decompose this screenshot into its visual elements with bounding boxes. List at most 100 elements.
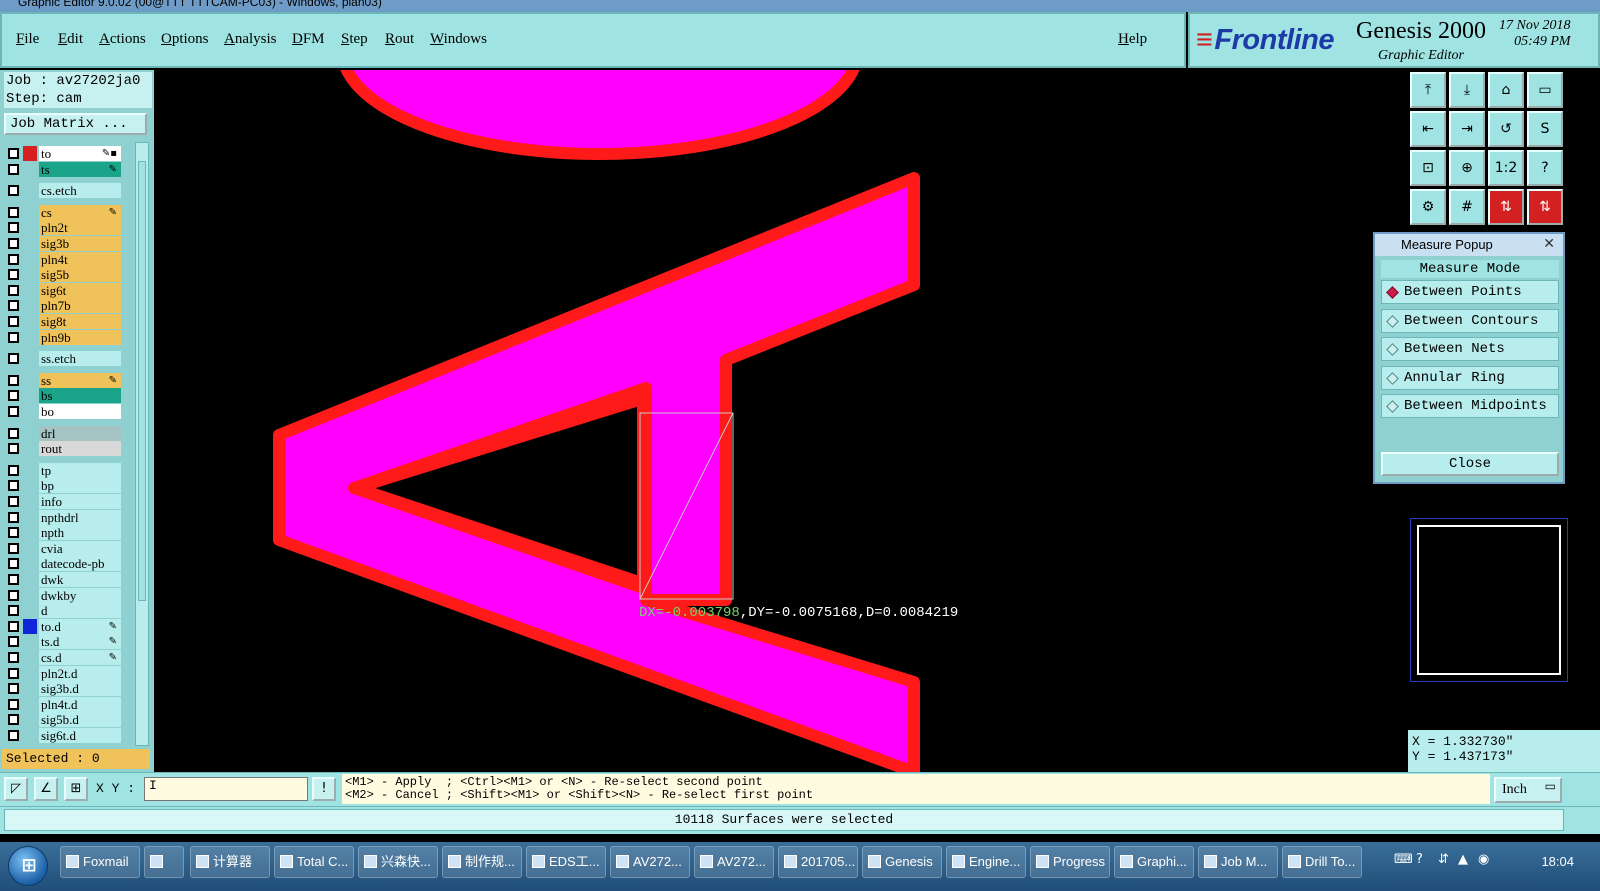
layer-name[interactable]: npth	[39, 525, 121, 541]
grid-snap-icon[interactable]: ⊞	[64, 777, 88, 801]
menu-options[interactable]: Options	[161, 31, 209, 48]
volume-icon[interactable]: ◉	[1478, 852, 1489, 867]
layer-row[interactable]: ts.d ✎	[4, 634, 122, 650]
clock[interactable]: 18:04	[1541, 854, 1574, 869]
window-icon[interactable]: ▭	[1527, 72, 1563, 108]
redraw-icon[interactable]: S	[1527, 111, 1563, 147]
layer-name[interactable]: sig5b	[39, 267, 121, 283]
layer-row[interactable]: datecode-pb	[4, 556, 122, 572]
layer-name[interactable]: cs.d ✎	[39, 650, 121, 665]
layer-row[interactable]: cs.etch	[4, 183, 122, 199]
layer-row[interactable]: npthdrl	[4, 509, 122, 525]
layer-row[interactable]: sig3b.d	[4, 681, 122, 697]
taskbar-item[interactable]: Total C...	[274, 846, 354, 878]
measure-mode-option[interactable]: Between Midpoints	[1381, 394, 1559, 418]
layer-name[interactable]: ts ✎	[39, 161, 121, 177]
layer-row[interactable]: info	[4, 494, 122, 509]
popup-titlebar[interactable]: Measure Popup ✕	[1375, 234, 1563, 256]
layer-name[interactable]: sig5b.d	[39, 712, 121, 728]
layer-name[interactable]: pln7b	[39, 298, 121, 314]
start-button[interactable]: ⊞	[8, 846, 48, 886]
layer-name[interactable]: bp	[39, 478, 121, 494]
layer-checkbox[interactable]	[8, 253, 19, 265]
menu-edit[interactable]: Edit	[58, 31, 83, 48]
layer-name[interactable]: pln4t	[39, 251, 121, 267]
pan-left-icon[interactable]: ⇤	[1410, 111, 1446, 147]
layer-name[interactable]: drl	[39, 425, 121, 441]
menu-step[interactable]: Step	[341, 31, 368, 48]
layer-name[interactable]: d	[39, 603, 121, 619]
layer-checkbox[interactable]	[8, 496, 19, 507]
menu-actions[interactable]: Actions	[99, 31, 146, 48]
taskbar-item[interactable]: 制作规...	[442, 846, 522, 878]
layer-row[interactable]: cs.d ✎	[4, 650, 122, 665]
layer-checkbox[interactable]	[8, 464, 19, 476]
layer-checkbox[interactable]	[8, 331, 19, 343]
layer-checkbox[interactable]	[8, 300, 19, 312]
layer-row[interactable]: pln2t	[4, 220, 122, 236]
layer-checkbox[interactable]	[8, 390, 19, 402]
taskbar-item[interactable]: 201705...	[778, 846, 858, 878]
layer-checkbox[interactable]	[8, 558, 19, 570]
layer-row[interactable]: sig3b	[4, 236, 122, 251]
layer-checkbox[interactable]	[8, 620, 19, 632]
menu-help[interactable]: Help	[1118, 31, 1147, 48]
layer-row[interactable]: npth	[4, 525, 122, 541]
menu-rout[interactable]: Rout	[385, 31, 414, 48]
layer-row[interactable]: cvia	[4, 540, 122, 556]
layer-name[interactable]: to.d ✎	[39, 618, 121, 634]
layer-row[interactable]: sig6t	[4, 282, 122, 298]
layer-checkbox[interactable]	[8, 542, 19, 554]
layer-checkbox[interactable]	[8, 652, 19, 663]
layer-row[interactable]: sig5b	[4, 267, 122, 283]
layer-row[interactable]: to ✎▪	[4, 146, 122, 161]
layer-name[interactable]: info	[39, 494, 121, 509]
layer-row[interactable]: rout	[4, 441, 122, 457]
layer-row[interactable]: bs	[4, 388, 122, 404]
keyboard-icon[interactable]: ⌨	[1394, 852, 1413, 867]
units-selector[interactable]: Inch ▭	[1494, 777, 1562, 803]
layer-row[interactable]: sig5b.d	[4, 712, 122, 728]
layer-row[interactable]: bo	[4, 404, 122, 419]
layer-name[interactable]: cvia	[39, 540, 121, 556]
layer-name[interactable]: pln2t	[39, 220, 121, 236]
layer-name[interactable]: rout	[39, 441, 121, 457]
layer-checkbox[interactable]	[8, 427, 19, 439]
scale-icon[interactable]: 1:2	[1488, 150, 1524, 186]
layer-checkbox[interactable]	[8, 527, 19, 539]
help-tray-icon[interactable]: ?	[1416, 852, 1423, 867]
layer-checkbox[interactable]	[8, 269, 19, 281]
layer-name[interactable]: bs	[39, 388, 121, 404]
layer-name[interactable]: dwkby	[39, 587, 121, 603]
taskbar-item[interactable]: Drill To...	[1282, 846, 1362, 878]
menu-dfm[interactable]: DFM	[292, 31, 325, 48]
layer-checkbox[interactable]	[8, 185, 19, 197]
layer-checkbox[interactable]	[8, 636, 19, 648]
layer-name[interactable]: ss.etch	[39, 351, 121, 367]
measure-mode-option[interactable]: Between Nets	[1381, 337, 1559, 361]
taskbar-item[interactable]: Foxmail	[60, 846, 140, 878]
layer-row[interactable]: pln7b	[4, 298, 122, 314]
angle-icon[interactable]: ∠	[34, 777, 58, 801]
layer-checkbox[interactable]	[8, 406, 19, 417]
taskbar-item[interactable]: Engine...	[946, 846, 1026, 878]
xy-input[interactable]: I	[144, 777, 308, 801]
layer-row[interactable]: cs ✎	[4, 204, 122, 220]
fit-all-icon[interactable]: ⊡	[1410, 150, 1446, 186]
layer-row[interactable]: pln2t.d	[4, 665, 122, 681]
layer-name[interactable]: ts.d ✎	[39, 634, 121, 650]
layer-name[interactable]: to ✎▪	[39, 146, 121, 161]
layer-checkbox[interactable]	[8, 163, 19, 175]
layer-name[interactable]: sig8t	[39, 314, 121, 329]
layer-name[interactable]: sig6t	[39, 282, 121, 298]
layer-checkbox[interactable]	[8, 511, 19, 523]
popup-close-button[interactable]: Close	[1381, 452, 1559, 476]
layer-name[interactable]: cs.etch	[39, 183, 121, 199]
taskbar-item[interactable]: Progress	[1030, 846, 1110, 878]
grid-icon[interactable]: #	[1449, 189, 1485, 225]
layer-row[interactable]: dwk	[4, 572, 122, 587]
layer-row[interactable]: pln9b	[4, 329, 122, 345]
taskbar-item[interactable]: Graphi...	[1114, 846, 1194, 878]
layer-name[interactable]: npthdrl	[39, 509, 121, 525]
measure-mode-option[interactable]: Between Contours	[1381, 308, 1559, 333]
